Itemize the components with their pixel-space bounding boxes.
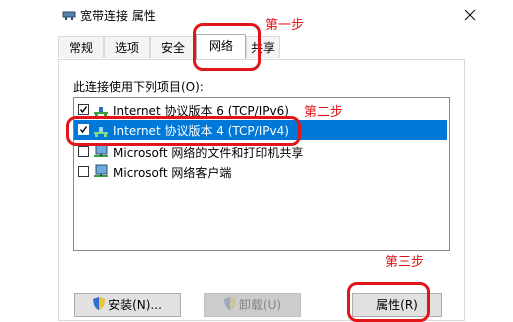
uac-shield-icon [93, 295, 106, 317]
network-adapter-icon [62, 9, 76, 20]
close-icon [464, 9, 476, 21]
close-button[interactable] [447, 0, 493, 30]
install-label: 安装(N)... [108, 298, 162, 312]
item-label: Microsoft 网络客户端 [113, 166, 232, 180]
tab-security[interactable]: 安全 [150, 36, 196, 58]
window-title: 宽带连接 属性 [80, 9, 156, 23]
checkbox[interactable] [78, 146, 89, 157]
connection-items-label: 此连接使用下列项目(O): [73, 80, 204, 94]
tab-options[interactable]: 选项 [104, 36, 150, 58]
network-service-icon [93, 144, 109, 160]
tab-general[interactable]: 常规 [58, 36, 104, 58]
annotation-step3: 第三步 [385, 255, 425, 270]
network-client-icon [93, 164, 109, 180]
list-item[interactable]: Microsoft 网络客户端 [74, 162, 447, 182]
annotation-step2: 第二步 [304, 105, 344, 120]
item-label: Microsoft 网络的文件和打印机共享 [113, 146, 304, 160]
annotation-box-step3 [347, 282, 430, 322]
install-button[interactable]: 安装(N)... [74, 293, 181, 317]
uninstall-label: 卸载(U) [238, 298, 282, 312]
uninstall-button[interactable]: 卸载(U) [204, 293, 301, 317]
annotation-box-step2 [66, 116, 301, 146]
tab-network[interactable]: 网络 [196, 34, 246, 59]
annotation-step1: 第一步 [265, 18, 305, 33]
uac-shield-icon [223, 295, 236, 317]
checkbox[interactable] [78, 104, 89, 115]
checkmark-icon [79, 106, 88, 114]
checkbox[interactable] [78, 166, 89, 177]
